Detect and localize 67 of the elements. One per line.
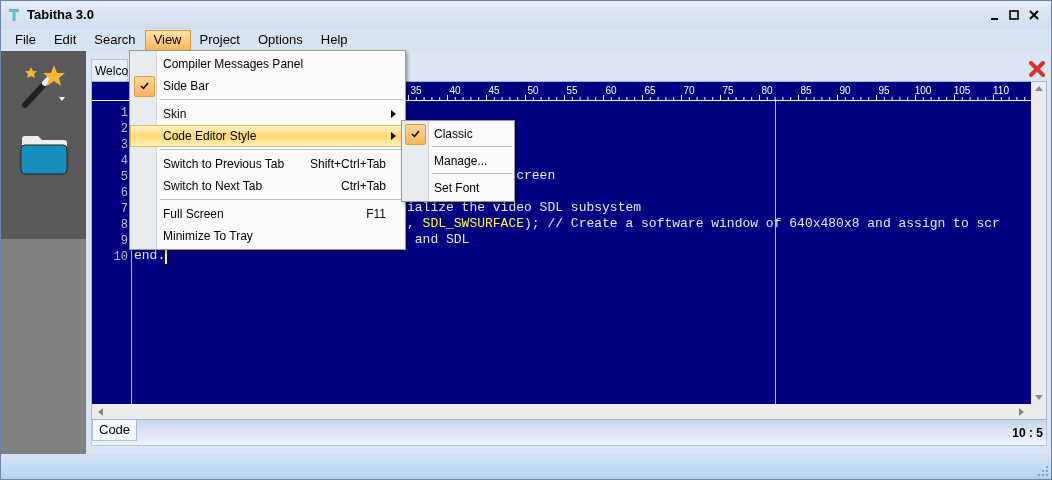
ruler-number: 65	[644, 84, 656, 98]
menu-option[interactable]: Full Screen F11	[130, 203, 405, 225]
close-tab-icon[interactable]	[1029, 61, 1045, 77]
folder-icon[interactable]	[19, 135, 68, 175]
magic-wand-icon[interactable]	[20, 63, 67, 109]
menu-option[interactable]: Skin	[130, 103, 405, 125]
code-line: ialize the video SDL subsystem	[407, 200, 642, 216]
line-number: 10	[113, 249, 128, 264]
window-title: Tabitha 3.0	[27, 6, 94, 25]
ruler-number: 55	[566, 84, 578, 98]
scroll-left-icon[interactable]	[98, 407, 103, 416]
ruler-number: 60	[605, 84, 617, 98]
shortcut-label: Shift+Ctrl+Tab	[309, 156, 386, 173]
line-number: 9	[120, 233, 128, 248]
resize-grip-icon[interactable]	[1037, 465, 1048, 476]
menu-item[interactable]: Search	[85, 29, 145, 51]
menu-item[interactable]: Options	[249, 29, 312, 51]
close-icon[interactable]	[1029, 10, 1039, 20]
vertical-scrollbar[interactable]	[1031, 82, 1046, 404]
line-number: 1	[120, 105, 128, 120]
ruler-number: 80	[761, 84, 773, 98]
ruler-number: 100	[914, 84, 932, 98]
menu-option[interactable]: Classic	[402, 123, 514, 145]
menu-option[interactable]: Switch to Previous Tab Shift+Ctrl+Tab	[130, 153, 405, 175]
ruler-number: 35	[410, 84, 422, 98]
ruler-number: 75	[722, 84, 734, 98]
app-icon	[9, 9, 19, 21]
shortcut-label: F11	[366, 206, 386, 223]
ruler-number: 50	[527, 84, 539, 98]
ruler-number: 90	[839, 84, 851, 98]
code-line: and SDL	[414, 232, 470, 248]
line-number: 4	[120, 153, 128, 168]
maximize-icon[interactable]	[1009, 10, 1019, 20]
menu-option[interactable]: Set Font	[402, 177, 514, 199]
scroll-down-icon[interactable]	[1034, 395, 1043, 400]
ruler-number: 70	[683, 84, 695, 98]
code-line: creen	[516, 168, 556, 184]
menu-item[interactable]: View	[144, 29, 191, 51]
ruler-number: 110	[993, 84, 1009, 98]
menu-option[interactable]: Side Bar	[130, 75, 405, 97]
line-number: 2	[120, 121, 128, 136]
scroll-right-icon[interactable]	[1019, 407, 1024, 416]
bottom-tab[interactable]: Code	[92, 420, 138, 441]
menu-item[interactable]: Help	[311, 29, 357, 51]
ruler-number: 105	[953, 84, 971, 98]
menu-item[interactable]: Edit	[44, 29, 86, 51]
line-number: 8	[120, 217, 128, 232]
menu-item[interactable]: File	[6, 29, 45, 51]
ruler-number: 40	[449, 84, 461, 98]
menu-option[interactable]: Compiler Messages Panel	[130, 53, 405, 75]
shortcut-label: Ctrl+Tab	[340, 178, 386, 195]
ruler-number: 85	[800, 84, 812, 98]
menu-option[interactable]: Minimize To Tray	[130, 225, 405, 247]
line-number: 5	[120, 169, 128, 184]
line-number: 6	[120, 185, 128, 200]
scroll-up-icon[interactable]	[1034, 86, 1043, 91]
menu-option[interactable]: Manage...	[402, 150, 514, 172]
ruler-number: 45	[488, 84, 500, 98]
ruler-number: 95	[878, 84, 890, 98]
menu-item[interactable]: Project	[190, 29, 249, 51]
line-number: 7	[120, 201, 128, 216]
document-tab[interactable]: Welco	[91, 59, 128, 81]
line-number: 3	[120, 137, 128, 152]
cursor-position: 10 : 5	[1012, 425, 1043, 442]
horizontal-scrollbar[interactable]	[92, 404, 1046, 419]
menu-option[interactable]: Switch to Next Tab Ctrl+Tab	[130, 175, 405, 197]
code-line: end.	[134, 248, 166, 264]
